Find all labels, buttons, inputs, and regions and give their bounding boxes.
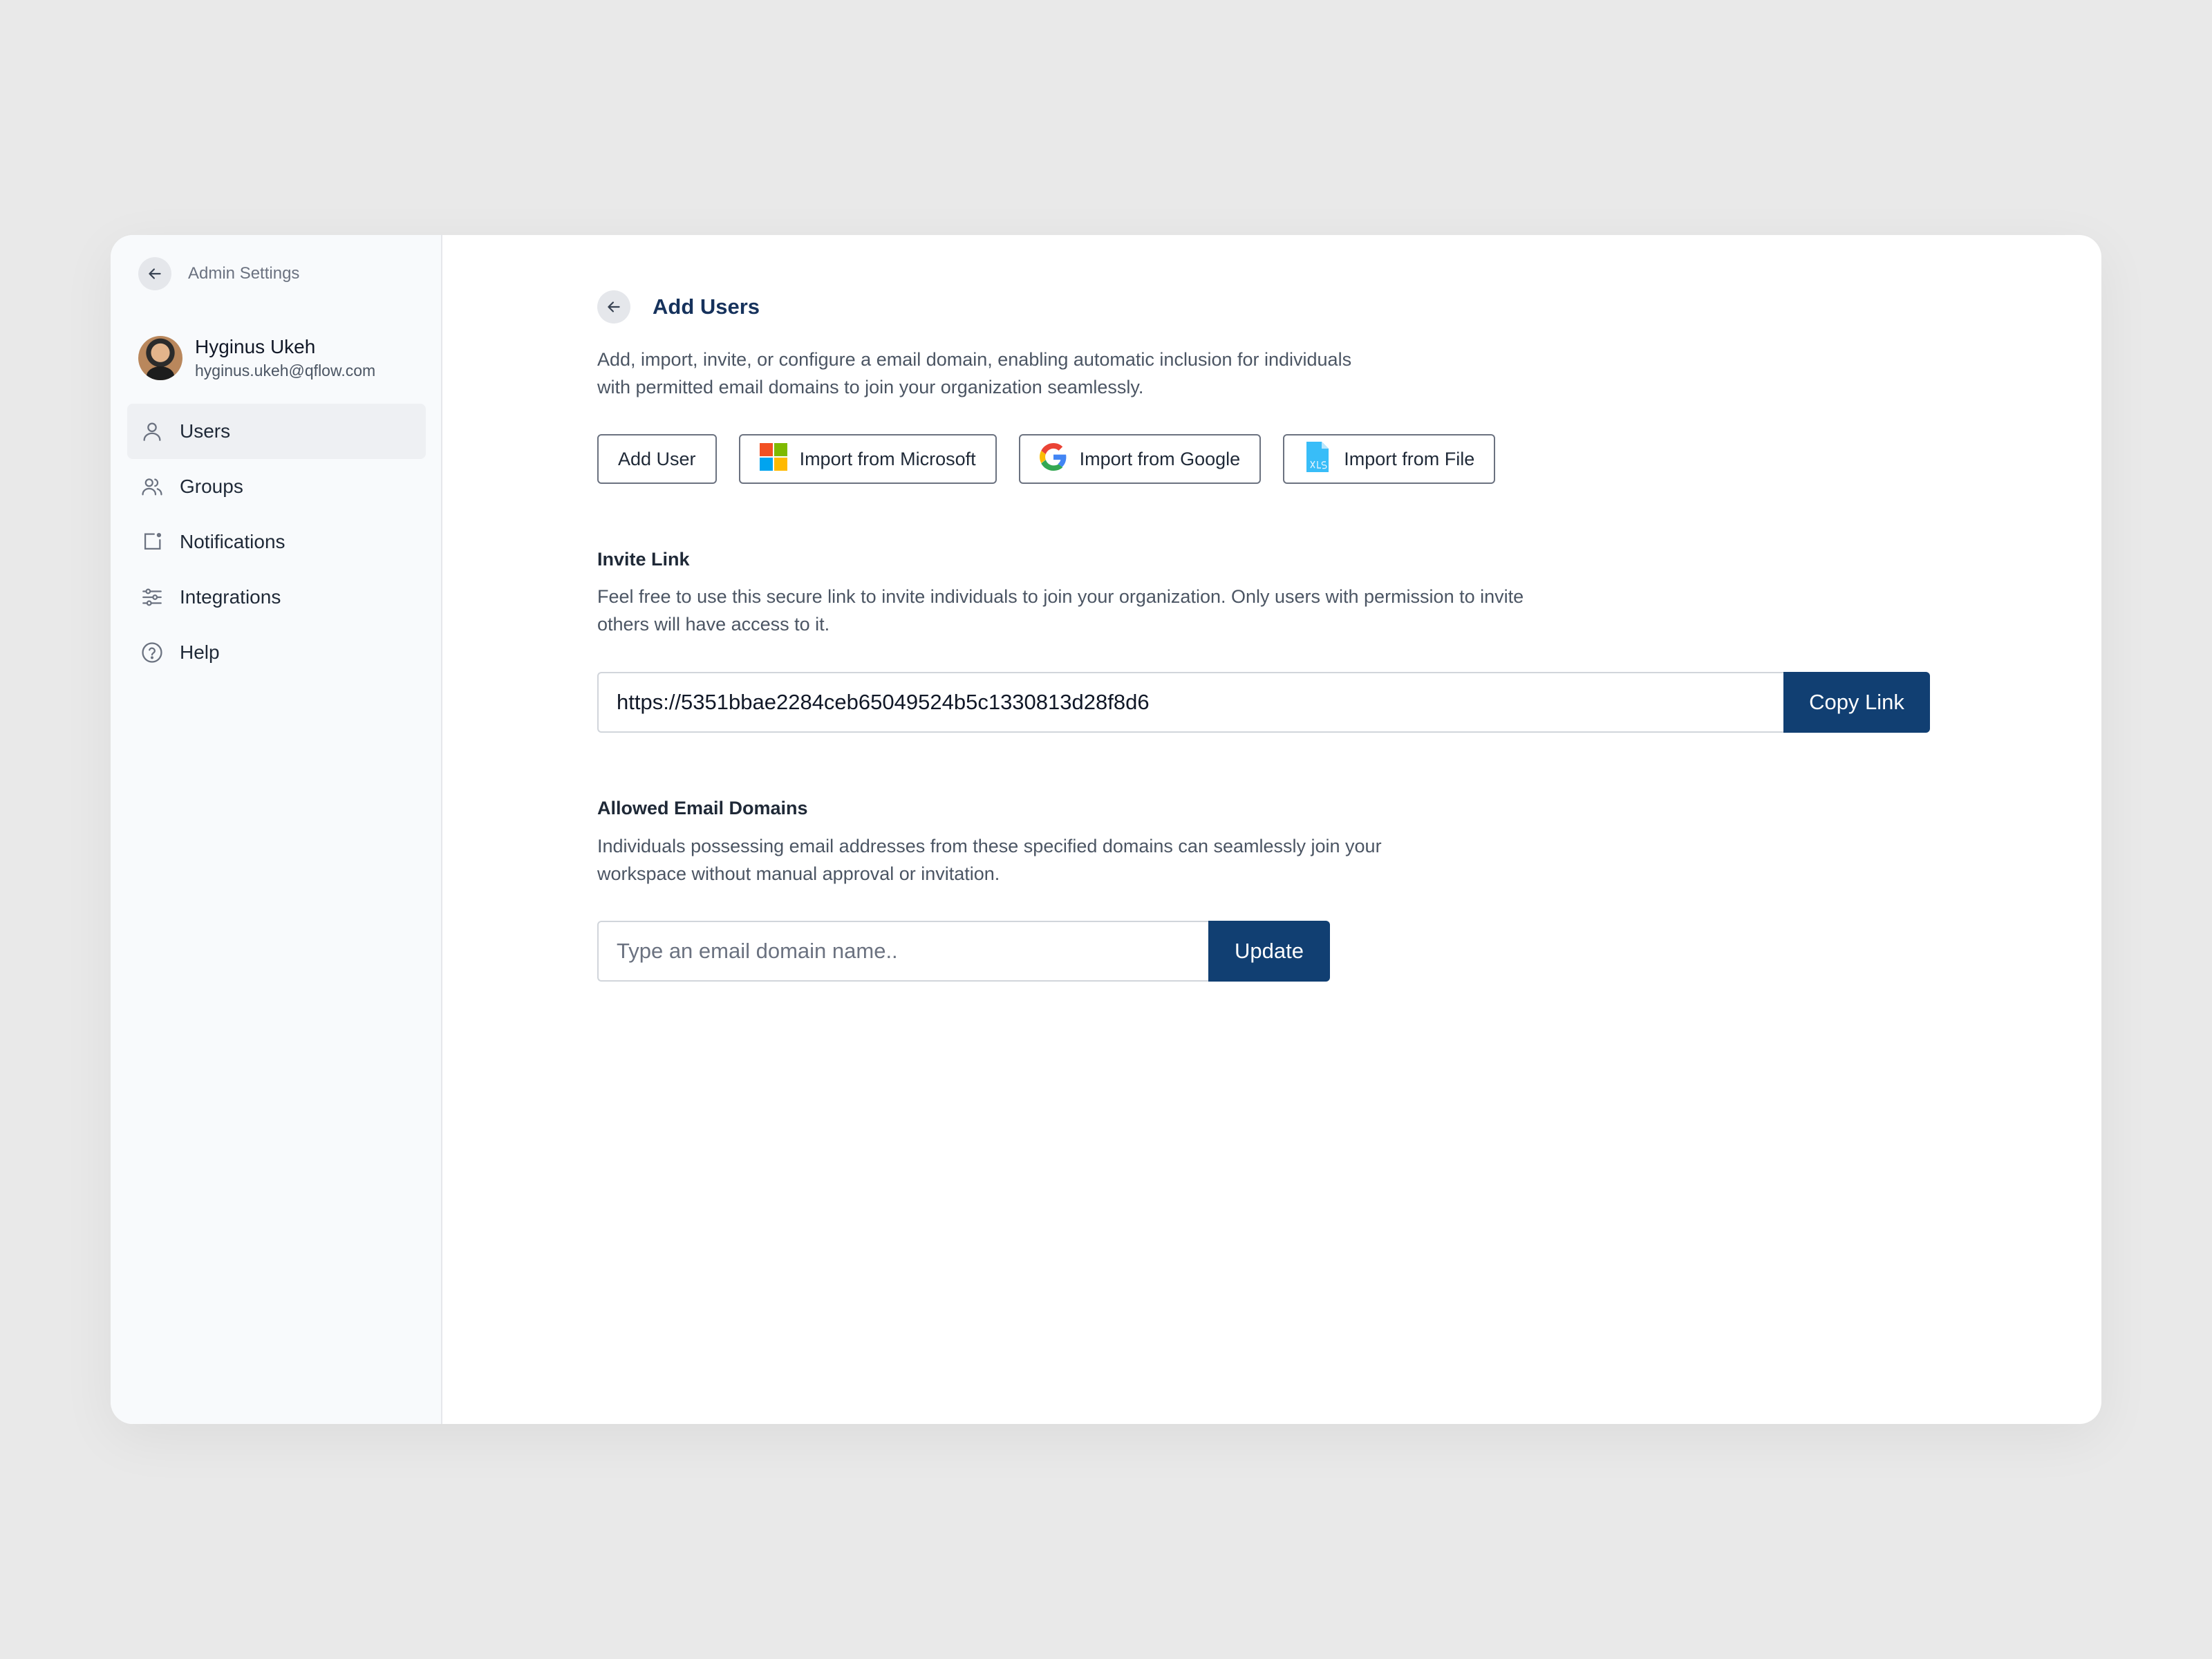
sidebar-item-label: Users [180,420,231,442]
sidebar-item-label: Help [180,641,220,663]
domain-input-row: Update [597,921,1330,982]
email-domain-input[interactable] [597,921,1208,982]
sidebar-item-integrations[interactable]: Integrations [127,570,426,625]
profile-email: hyginus.ukeh@qflow.com [195,362,376,379]
page-header: Add Users [597,290,760,324]
sidebar: Admin Settings Hyginus Ukeh hyginus.ukeh… [111,235,442,1424]
page-title: Add Users [653,294,760,319]
allowed-domains-description: Individuals possessing email addresses f… [597,836,1382,884]
user-profile: Hyginus Ukeh hyginus.ukeh@qflow.com [138,335,375,382]
import-microsoft-label: Import from Microsoft [799,448,976,469]
invite-link-field[interactable]: https://5351bbae2284ceb65049524b5c133081… [597,672,1783,733]
invite-link-title: Invite Link [597,549,690,570]
sidebar-item-label: Groups [180,476,243,497]
import-google-button[interactable]: Import from Google [1018,434,1262,484]
groups-icon [138,473,166,500]
xls-file-icon [1304,441,1331,477]
google-logo-icon [1039,442,1067,476]
back-label: Admin Settings [188,264,300,283]
copy-link-button[interactable]: Copy Link [1783,672,1930,733]
page-description: Add, import, invite, or configure a emai… [597,349,1352,397]
admin-window: Admin Settings Hyginus Ukeh hyginus.ukeh… [111,235,2101,1424]
microsoft-logo-icon [759,442,787,476]
notification-icon [138,528,166,556]
sliders-icon [138,583,166,611]
import-file-label: Import from File [1344,448,1475,469]
user-icon [138,418,166,445]
sidebar-item-help[interactable]: Help [127,625,426,680]
update-button[interactable]: Update [1208,921,1330,982]
sidebar-item-users[interactable]: Users [127,404,426,459]
sidebar-item-label: Integrations [180,586,281,608]
add-user-label: Add User [618,448,696,469]
profile-name: Hyginus Ukeh [195,336,316,357]
import-file-button[interactable]: Import from File [1283,434,1496,484]
invite-link-row: https://5351bbae2284ceb65049524b5c133081… [597,672,1930,733]
sidebar-item-label: Notifications [180,531,285,552]
add-user-button[interactable]: Add User [597,434,717,484]
sidebar-item-groups[interactable]: Groups [127,459,426,514]
sidebar-item-notifications[interactable]: Notifications [127,514,426,570]
arrow-left-icon[interactable] [597,290,630,324]
import-microsoft-button[interactable]: Import from Microsoft [738,434,997,484]
arrow-left-icon[interactable] [138,257,171,290]
help-icon [138,639,166,666]
sidebar-nav: Users Groups Notifications Integrations [127,404,426,680]
import-google-label: Import from Google [1079,448,1241,469]
allowed-domains-title: Allowed Email Domains [597,798,808,818]
invite-link-description: Feel free to use this secure link to inv… [597,586,1524,635]
admin-settings-back[interactable]: Admin Settings [138,257,299,290]
import-actions: Add User Import from Microsoft Import fr… [597,434,1496,484]
avatar [138,336,182,380]
main-content: Add Users Add, import, invite, or config… [442,235,2101,1424]
